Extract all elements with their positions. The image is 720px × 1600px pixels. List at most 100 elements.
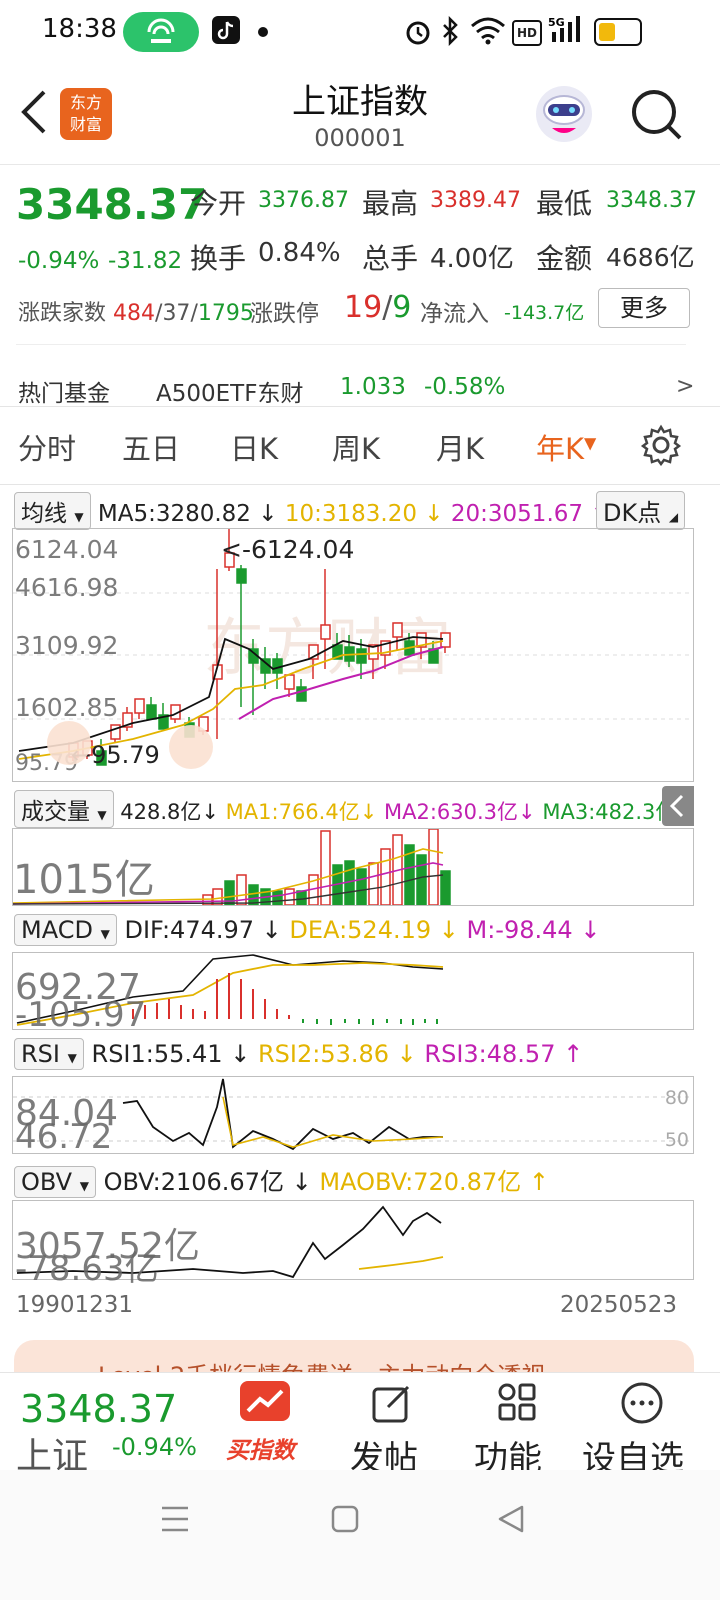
battery-low-icon: [594, 18, 642, 46]
volume-selector[interactable]: 成交量 ▼: [14, 790, 114, 828]
macd-chart[interactable]: 692.27 -105.97: [12, 952, 694, 1035]
rsi-min-label: 46.72: [15, 1117, 113, 1157]
breadth-row: 涨跌家数 484/37/1795: [18, 301, 254, 326]
grid-apps-icon: [496, 1381, 540, 1429]
rsi-selector[interactable]: RSI ▼: [14, 1038, 84, 1070]
volume-bar: [284, 888, 295, 905]
hot-fund-row[interactable]: 热门基金 A500ETF东财 1.033 -0.58% >: [0, 360, 720, 407]
rsi-chart[interactable]: 84.04 46.72 80 50: [12, 1076, 694, 1157]
obv-min-label: -78.63亿: [15, 1249, 159, 1289]
svg-text:5G: 5G: [548, 16, 565, 29]
vol-ma1: MA1:766.4亿: [225, 800, 360, 824]
volume-label: 总手: [362, 242, 419, 275]
vol-ma2: MA2:630.3亿: [384, 800, 519, 824]
search-icon[interactable]: [628, 86, 684, 146]
more-button[interactable]: 更多: [598, 288, 690, 328]
date-start: 19901231: [16, 1292, 134, 1318]
bottom-change: -0.94%: [112, 1433, 197, 1461]
rsi-level-50: 50: [664, 1129, 689, 1151]
robot-assistant-icon[interactable]: [534, 84, 594, 148]
signal-marker[interactable]: [47, 721, 91, 765]
divider: [16, 344, 686, 345]
dropdown-arrow-icon: ▼: [584, 433, 597, 453]
bottom-toolbar: 3348.37 上证 -0.94% 买指数 发帖 功能 设自选: [0, 1372, 720, 1479]
rsi2-value: RSI2:53.86: [257, 1040, 390, 1068]
volume-bar: [440, 870, 451, 905]
settings-gear-icon[interactable]: [640, 424, 682, 470]
open-value: 3376.87: [258, 188, 349, 213]
vol-ma3: MA3:482.3亿: [542, 800, 677, 824]
rsi1-line: [122, 1078, 443, 1151]
obv-value: OBV:2106.67亿: [103, 1168, 284, 1196]
candle-body: [356, 648, 367, 664]
down-arrow-icon: ↓: [250, 501, 278, 527]
obv-chart[interactable]: 3057.52亿 -78.63亿: [12, 1200, 694, 1289]
candle-body: [146, 704, 157, 720]
bottom-price: 3348.37: [20, 1387, 178, 1431]
fund-name: A500ETF东财: [156, 381, 304, 407]
limit-label: 涨跌停: [250, 301, 319, 327]
function-button[interactable]: 功能: [474, 1377, 564, 1479]
limit-counts: 19/9: [344, 290, 412, 325]
tab-monthly-k[interactable]: 月K: [436, 426, 484, 468]
candle-body: [284, 674, 295, 690]
y-label-4: 1602.85: [15, 693, 119, 722]
ma-selector[interactable]: 均线 ▼: [14, 492, 91, 530]
volume-value: 4.00亿: [430, 244, 514, 274]
volume-chart[interactable]: 1015亿: [12, 828, 694, 906]
turnover-value: 0.84%: [258, 238, 341, 268]
amount-value: 4686亿: [606, 243, 695, 272]
macd-selector[interactable]: MACD ▼: [14, 914, 117, 946]
down-arrow-icon: ↓: [416, 501, 444, 527]
dropdown-icon: ▼: [97, 808, 107, 822]
candle-body: [440, 632, 451, 648]
buy-index-button[interactable]: 买指数: [226, 1377, 310, 1467]
dk-point-button[interactable]: DK点 ◢: [596, 491, 686, 530]
signal-5g-icon: 5G: [548, 14, 588, 50]
tab-daily-k[interactable]: 日K: [230, 426, 278, 468]
current-price: 3348.37: [16, 180, 208, 229]
high-label: 最高: [362, 187, 419, 220]
candle-body: [134, 698, 145, 714]
signal-marker[interactable]: [169, 725, 213, 769]
volume-bar: [416, 854, 427, 905]
tab-yearly-k[interactable]: 年K▼: [536, 426, 596, 468]
status-bar: 18:38 HD 5G: [0, 0, 720, 64]
change-percent: -0.94%: [18, 248, 100, 274]
collapse-panel-button[interactable]: [662, 786, 694, 826]
decliners: 1795: [197, 301, 254, 326]
maobv-line: [358, 1256, 444, 1270]
obv-selector[interactable]: OBV ▼: [14, 1166, 96, 1198]
status-time: 18:38: [42, 14, 117, 44]
tab-intraday[interactable]: 分时: [18, 426, 76, 468]
volume-bar: [380, 848, 391, 905]
fund-change: -0.58%: [424, 374, 506, 400]
rsi-indicator-row: RSI ▼ RSI1:55.41 ↓ RSI2:53.86 ↓ RSI3:48.…: [14, 1038, 583, 1070]
ma20-value: 20:3051.67: [450, 501, 584, 527]
kline-chart[interactable]: 东方财富 6124.04 4616.98 3109.92 1602.85 95.…: [12, 528, 694, 782]
page-title: 上证指数: [292, 82, 428, 122]
post-button[interactable]: 发帖: [350, 1377, 440, 1479]
y-label-max: 6124.04: [15, 535, 119, 564]
tab-five-day[interactable]: 五日: [122, 426, 180, 468]
ma10-value: 10:3183.20: [284, 501, 417, 527]
add-watchlist-button[interactable]: 设自选: [582, 1377, 712, 1479]
volume-bar: [428, 829, 439, 905]
open-label: 今开: [190, 187, 247, 220]
down-arrow-icon: ↓: [201, 800, 219, 824]
ma5-value: MA5:3280.82: [97, 501, 251, 527]
macd-min-label: -105.97: [15, 995, 147, 1035]
volume-value: 428.8亿: [120, 800, 202, 824]
netflow-value: -143.7亿: [504, 302, 585, 324]
back-nav-icon[interactable]: [496, 1504, 526, 1538]
home-icon[interactable]: [330, 1504, 360, 1538]
tab-weekly-k[interactable]: 周K: [332, 426, 380, 468]
menu-icon[interactable]: [160, 1504, 190, 1538]
y-label-3: 3109.92: [15, 631, 119, 660]
hotspot-icon: [123, 12, 199, 52]
candle-body: [296, 686, 307, 702]
chevron-right-icon: >: [676, 374, 695, 399]
fund-price: 1.033: [340, 374, 406, 400]
volume-bar: [368, 862, 379, 905]
rsi1-value: RSI1:55.41: [91, 1040, 223, 1068]
